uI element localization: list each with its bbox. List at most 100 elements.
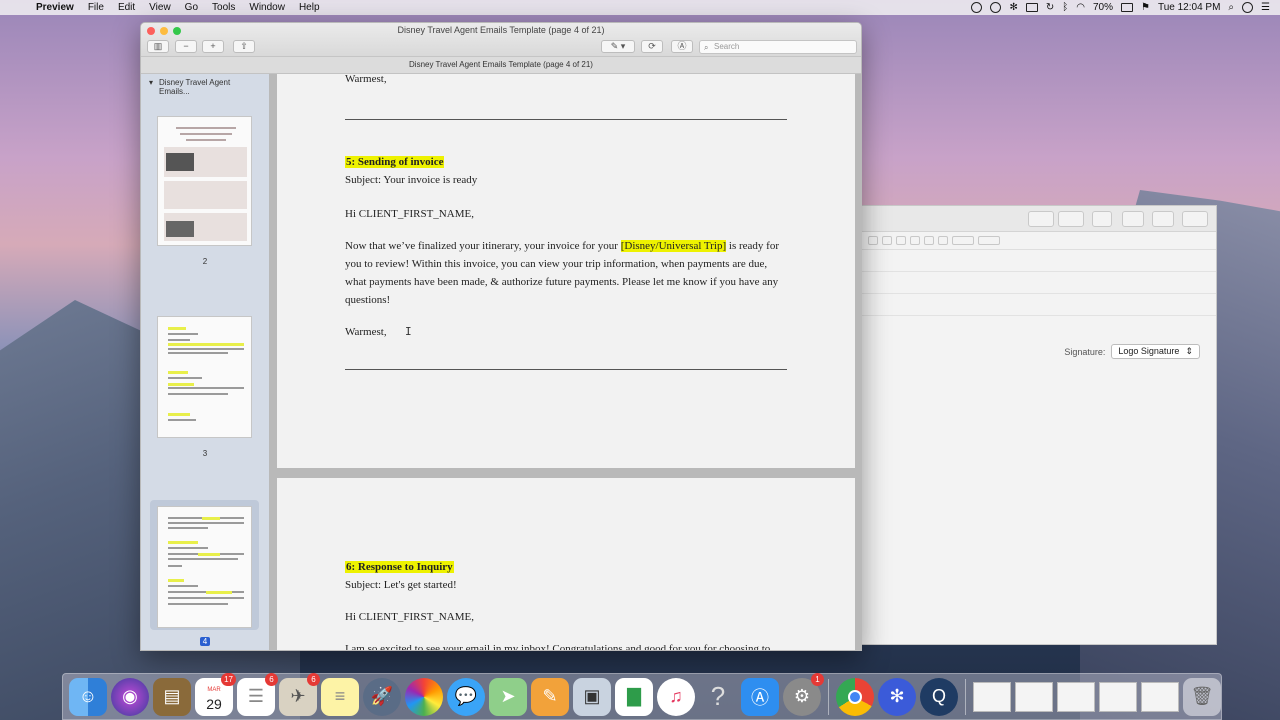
battery-percent[interactable]: 70% xyxy=(1093,2,1113,13)
minimized-window-1[interactable] xyxy=(973,681,1011,712)
section5-heading: 5: Sending of invoice xyxy=(345,156,445,168)
photos-icon[interactable] xyxy=(405,677,443,716)
reminders-icon[interactable]: ☰ 6 xyxy=(237,672,278,716)
preview-app-icon[interactable]: ✈ 6 xyxy=(279,672,320,716)
bluetooth-icon[interactable]: ᛒ xyxy=(1062,2,1068,13)
markup-pen-button[interactable]: ✎ ▾ xyxy=(601,40,635,53)
mail-photo-button[interactable] xyxy=(1182,211,1208,227)
app-store-icon[interactable]: Ⓐ xyxy=(741,677,779,716)
finder-icon[interactable]: ☺ xyxy=(69,677,107,716)
thumbnail-page-number: 3 xyxy=(202,449,208,458)
chrome-icon[interactable] xyxy=(836,677,874,716)
section6-heading-row: 6: Response to Inquiry xyxy=(345,558,454,576)
sidebar-document-name: Disney Travel Agent Emails... xyxy=(159,78,231,96)
thumbnail-page-3[interactable] xyxy=(157,316,252,438)
section6-subject: Subject: Let's get started! xyxy=(345,579,457,591)
menu-view[interactable]: View xyxy=(142,2,178,13)
minimized-window-2[interactable] xyxy=(1015,681,1053,712)
display-icon[interactable] xyxy=(1025,3,1038,12)
sidebar-header[interactable]: ▾ Disney Travel Agent Emails... xyxy=(141,74,269,100)
sidebar-toggle-button[interactable]: ▥ xyxy=(147,40,169,53)
numbers-icon[interactable]: ▇ xyxy=(615,677,653,716)
app-flower-icon[interactable]: ✻ xyxy=(878,677,916,716)
indent-button[interactable] xyxy=(978,236,1000,245)
system-preferences-badge: 1 xyxy=(811,672,824,686)
system-preferences-icon[interactable]: ⚙ 1 xyxy=(783,672,824,716)
thumbnail-page-4[interactable] xyxy=(157,506,252,628)
pages-icon[interactable]: ✎ xyxy=(531,677,569,716)
flag-icon[interactable]: ⚑ xyxy=(1141,2,1150,13)
section5-body-start: Now that we’ve finalized your itinerary,… xyxy=(345,240,621,252)
messages-icon[interactable]: 💬 xyxy=(447,677,485,716)
mail-to-field[interactable] xyxy=(862,250,1216,272)
menu-window[interactable]: Window xyxy=(242,2,292,13)
calendar-icon[interactable]: MAR 29 17 xyxy=(195,672,236,716)
menu-tools[interactable]: Tools xyxy=(205,2,242,13)
align-right-button[interactable] xyxy=(938,236,948,245)
menu-help[interactable]: Help xyxy=(292,2,327,13)
thumbnail-sidebar: ▾ Disney Travel Agent Emails... 2 3 4 xyxy=(141,74,269,650)
markup-toolbar-button[interactable]: Ⓐ xyxy=(671,40,693,53)
creative-cloud-icon[interactable] xyxy=(990,2,1002,13)
battery-icon[interactable] xyxy=(1121,3,1133,12)
spotlight-search-icon[interactable]: ⌕ xyxy=(1228,2,1234,13)
menu-go[interactable]: Go xyxy=(178,2,205,13)
record-icon[interactable] xyxy=(971,2,983,13)
maps-icon[interactable]: ➤ xyxy=(489,677,527,716)
gear-icon[interactable]: ✻ xyxy=(1009,2,1017,13)
menu-clock[interactable]: Tue 12:04 PM xyxy=(1158,2,1220,13)
align-left-button[interactable] xyxy=(910,236,920,245)
strikethrough-button[interactable] xyxy=(896,236,906,245)
minimized-window-5[interactable] xyxy=(1141,681,1179,712)
mail-send-button[interactable] xyxy=(1028,211,1054,227)
menu-edit[interactable]: Edit xyxy=(111,2,142,13)
mail-format-button[interactable] xyxy=(1122,211,1144,227)
signature-select[interactable]: Logo Signature ⇕ xyxy=(1111,344,1200,359)
mail-attach-button[interactable] xyxy=(1058,211,1084,227)
menu-file[interactable]: File xyxy=(81,2,111,13)
minimized-window-3[interactable] xyxy=(1057,681,1095,712)
rotate-button[interactable]: ⟳ xyxy=(641,40,663,53)
sync-icon[interactable]: ↻ xyxy=(1046,2,1054,13)
mail-subject-field[interactable] xyxy=(862,294,1216,316)
help-icon[interactable]: ? xyxy=(699,678,737,716)
thumbnail-page-2[interactable] xyxy=(157,116,252,246)
menu-app-name[interactable]: Preview xyxy=(32,2,81,13)
launchpad-icon[interactable]: 🚀 xyxy=(363,677,401,716)
text-cursor-icon: I xyxy=(405,325,412,338)
siri-icon[interactable]: ◉ xyxy=(111,677,149,716)
contacts-icon[interactable]: ▤ xyxy=(153,677,191,716)
list-button[interactable] xyxy=(952,236,974,245)
preview-image-icon[interactable]: ▣ xyxy=(573,677,611,716)
dock-separator xyxy=(828,678,829,715)
notification-center-icon[interactable]: ☰ xyxy=(1261,2,1270,13)
minimized-window-4[interactable] xyxy=(1099,681,1137,712)
notes-icon[interactable]: ≡ xyxy=(321,677,359,716)
search-input[interactable]: ⌕ Search xyxy=(699,40,857,54)
document-page: Warmest, 5: Sending of invoice Subject: … xyxy=(277,74,855,468)
music-icon[interactable]: ♫ xyxy=(657,677,695,716)
share-button[interactable]: ⇧ xyxy=(233,40,255,53)
quicktime-icon[interactable]: Q xyxy=(920,677,958,716)
section5-body: Now that we’ve finalized your itinerary,… xyxy=(345,237,787,309)
document-subtitle: Disney Travel Agent Emails Template (pag… xyxy=(141,57,861,74)
section5-body-highlight: [Disney/Universal Trip] xyxy=(620,240,727,252)
calendar-day: 29 xyxy=(206,695,222,712)
zoom-in-button[interactable]: + xyxy=(202,40,224,53)
underline-button[interactable] xyxy=(882,236,892,245)
mail-header-button[interactable] xyxy=(1092,211,1112,227)
siri-icon[interactable] xyxy=(1242,2,1254,13)
search-placeholder: Search xyxy=(714,42,740,51)
mail-cc-field[interactable] xyxy=(862,272,1216,294)
wifi-icon[interactable]: ◠ xyxy=(1076,2,1085,13)
window-titlebar: Disney Travel Agent Emails Template (pag… xyxy=(141,23,861,57)
zoom-out-button[interactable]: − xyxy=(175,40,197,53)
mail-emoji-button[interactable] xyxy=(1152,211,1174,227)
signature-row: Signature: Logo Signature ⇕ xyxy=(1064,344,1200,359)
align-center-button[interactable] xyxy=(924,236,934,245)
section-divider xyxy=(345,119,787,120)
trash-icon[interactable]: 🗑 xyxy=(1183,677,1221,716)
italic-button[interactable] xyxy=(868,236,878,245)
document-view[interactable]: Warmest, 5: Sending of invoice Subject: … xyxy=(269,74,861,650)
section6-greeting: Hi CLIENT_FIRST_NAME, xyxy=(345,611,474,623)
